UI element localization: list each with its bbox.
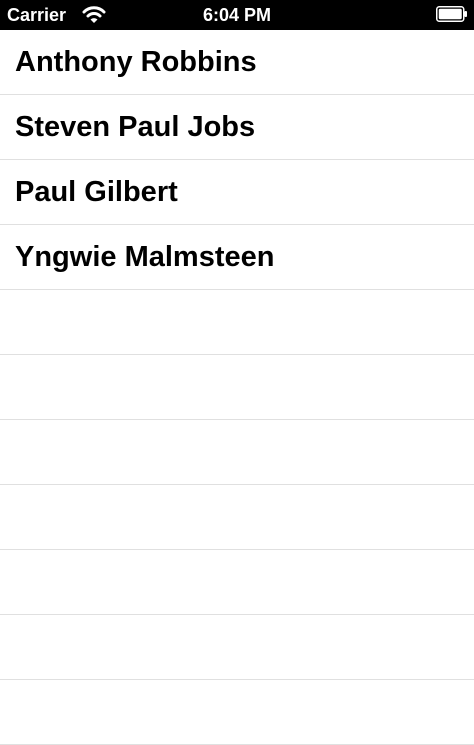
- empty-row: [0, 485, 474, 550]
- empty-row: [0, 550, 474, 615]
- table-row[interactable]: Steven Paul Jobs: [0, 95, 474, 160]
- empty-row: [0, 680, 474, 745]
- empty-row: [0, 290, 474, 355]
- names-table[interactable]: Anthony Robbins Steven Paul Jobs Paul Gi…: [0, 30, 474, 745]
- empty-row: [0, 420, 474, 485]
- empty-row: [0, 615, 474, 680]
- row-label: Paul Gilbert: [15, 176, 178, 208]
- row-label: Yngwie Malmsteen: [15, 241, 275, 273]
- empty-row: [0, 355, 474, 420]
- table-row[interactable]: Yngwie Malmsteen: [0, 225, 474, 290]
- table-row[interactable]: Anthony Robbins: [0, 30, 474, 95]
- table-row[interactable]: Paul Gilbert: [0, 160, 474, 225]
- status-bar: Carrier 6:04 PM: [0, 0, 474, 30]
- row-label: Anthony Robbins: [15, 46, 257, 78]
- status-time: 6:04 PM: [202, 5, 272, 25]
- row-label: Steven Paul Jobs: [15, 111, 256, 143]
- battery-icon: [436, 6, 467, 22]
